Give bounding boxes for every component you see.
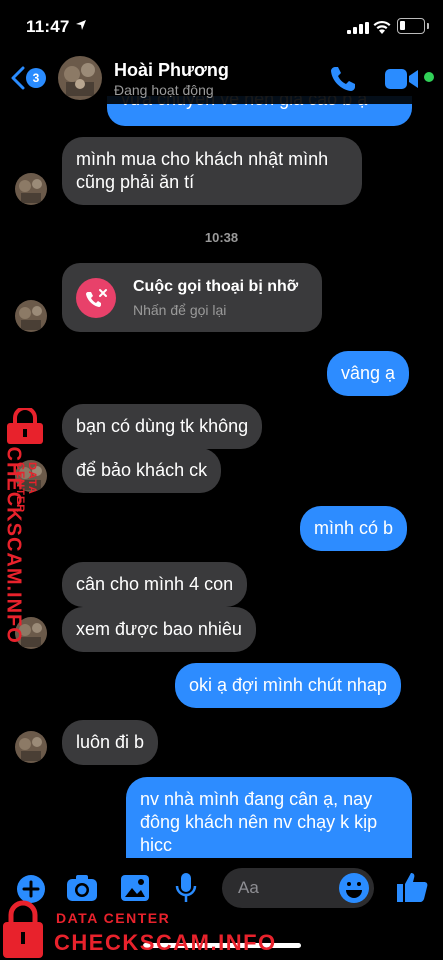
microphone-icon[interactable]: [175, 872, 197, 904]
chat-header: 3 Hoài Phương Đang hoạt động: [0, 52, 443, 104]
watermark-vertical-large: CHECKSCAM.INFO: [2, 446, 25, 644]
location-arrow-icon: [76, 20, 86, 30]
outgoing-message[interactable]: oki ạ đợi mình chút nhap: [175, 663, 401, 708]
outgoing-message[interactable]: mình có b: [300, 506, 408, 551]
incoming-message[interactable]: cân cho mình 4 con: [62, 562, 248, 607]
contact-avatar[interactable]: [58, 56, 102, 100]
timestamp-separator: 10:38: [204, 230, 239, 245]
back-button[interactable]: 3: [8, 64, 48, 92]
missed-call-subtitle: Nhấn để gọi lại: [133, 302, 227, 318]
incoming-message[interactable]: xem được bao nhiêu: [62, 607, 256, 652]
contact-avatar-small: [15, 300, 47, 332]
incoming-message[interactable]: luôn đi b: [62, 720, 159, 765]
unread-badge: 3: [26, 68, 46, 88]
camera-icon[interactable]: [66, 874, 98, 902]
battery-icon: [397, 18, 425, 34]
contact-status: Đang hoạt động: [114, 82, 214, 98]
missed-call-card[interactable]: Cuộc gọi thoại bị nhỡ Nhấn để gọi lại: [62, 263, 322, 332]
status-bar: 11:47: [0, 0, 443, 52]
video-call-icon[interactable]: [385, 67, 419, 91]
thumbs-up-icon[interactable]: [395, 870, 429, 904]
lock-watermark-icon: [3, 900, 43, 958]
outgoing-message[interactable]: vâng ạ: [327, 351, 410, 396]
outgoing-message[interactable]: nv nhà mình đang cân ạ, nay đông khách n…: [126, 777, 412, 858]
contact-avatar-small: [15, 731, 47, 763]
watermark-bottom-small: DATA CENTER: [56, 910, 171, 926]
incoming-message[interactable]: để bảo khách ck: [62, 448, 222, 493]
chevron-left-icon: [11, 66, 25, 90]
message-line: hicc: [140, 835, 173, 855]
cellular-signal-icon: [347, 22, 369, 34]
wifi-icon: [373, 20, 391, 34]
status-time: 11:47: [26, 17, 70, 36]
incoming-message[interactable]: mình mua cho khách nhật mình cũng phải ă…: [62, 137, 362, 205]
incoming-message[interactable]: bạn có dùng tk không: [62, 404, 263, 449]
contact-name[interactable]: Hoài Phương: [114, 60, 229, 81]
online-indicator: [424, 72, 434, 82]
message-line: đông khách nên nv chạy k kịp: [140, 812, 378, 832]
message-line: cũng phải ăn tí: [76, 172, 195, 192]
message-line: mình mua cho khách nhật mình: [76, 149, 329, 169]
missed-call-icon: [76, 278, 116, 318]
missed-call-title: Cuộc gọi thoại bị nhỡ: [133, 278, 299, 295]
gallery-icon[interactable]: [120, 874, 150, 902]
contact-avatar-small: [15, 173, 47, 205]
message-input-field[interactable]: [222, 868, 374, 908]
battery-cap: [427, 23, 429, 29]
watermark-bottom-large: CHECKSCAM.INFO: [54, 930, 277, 955]
message-input[interactable]: [238, 868, 338, 908]
emoji-icon[interactable]: [338, 872, 370, 904]
lock-watermark-icon: [7, 408, 43, 444]
phone-call-icon[interactable]: [328, 64, 358, 94]
message-line: nv nhà mình đang cân ạ, nay: [140, 789, 373, 809]
